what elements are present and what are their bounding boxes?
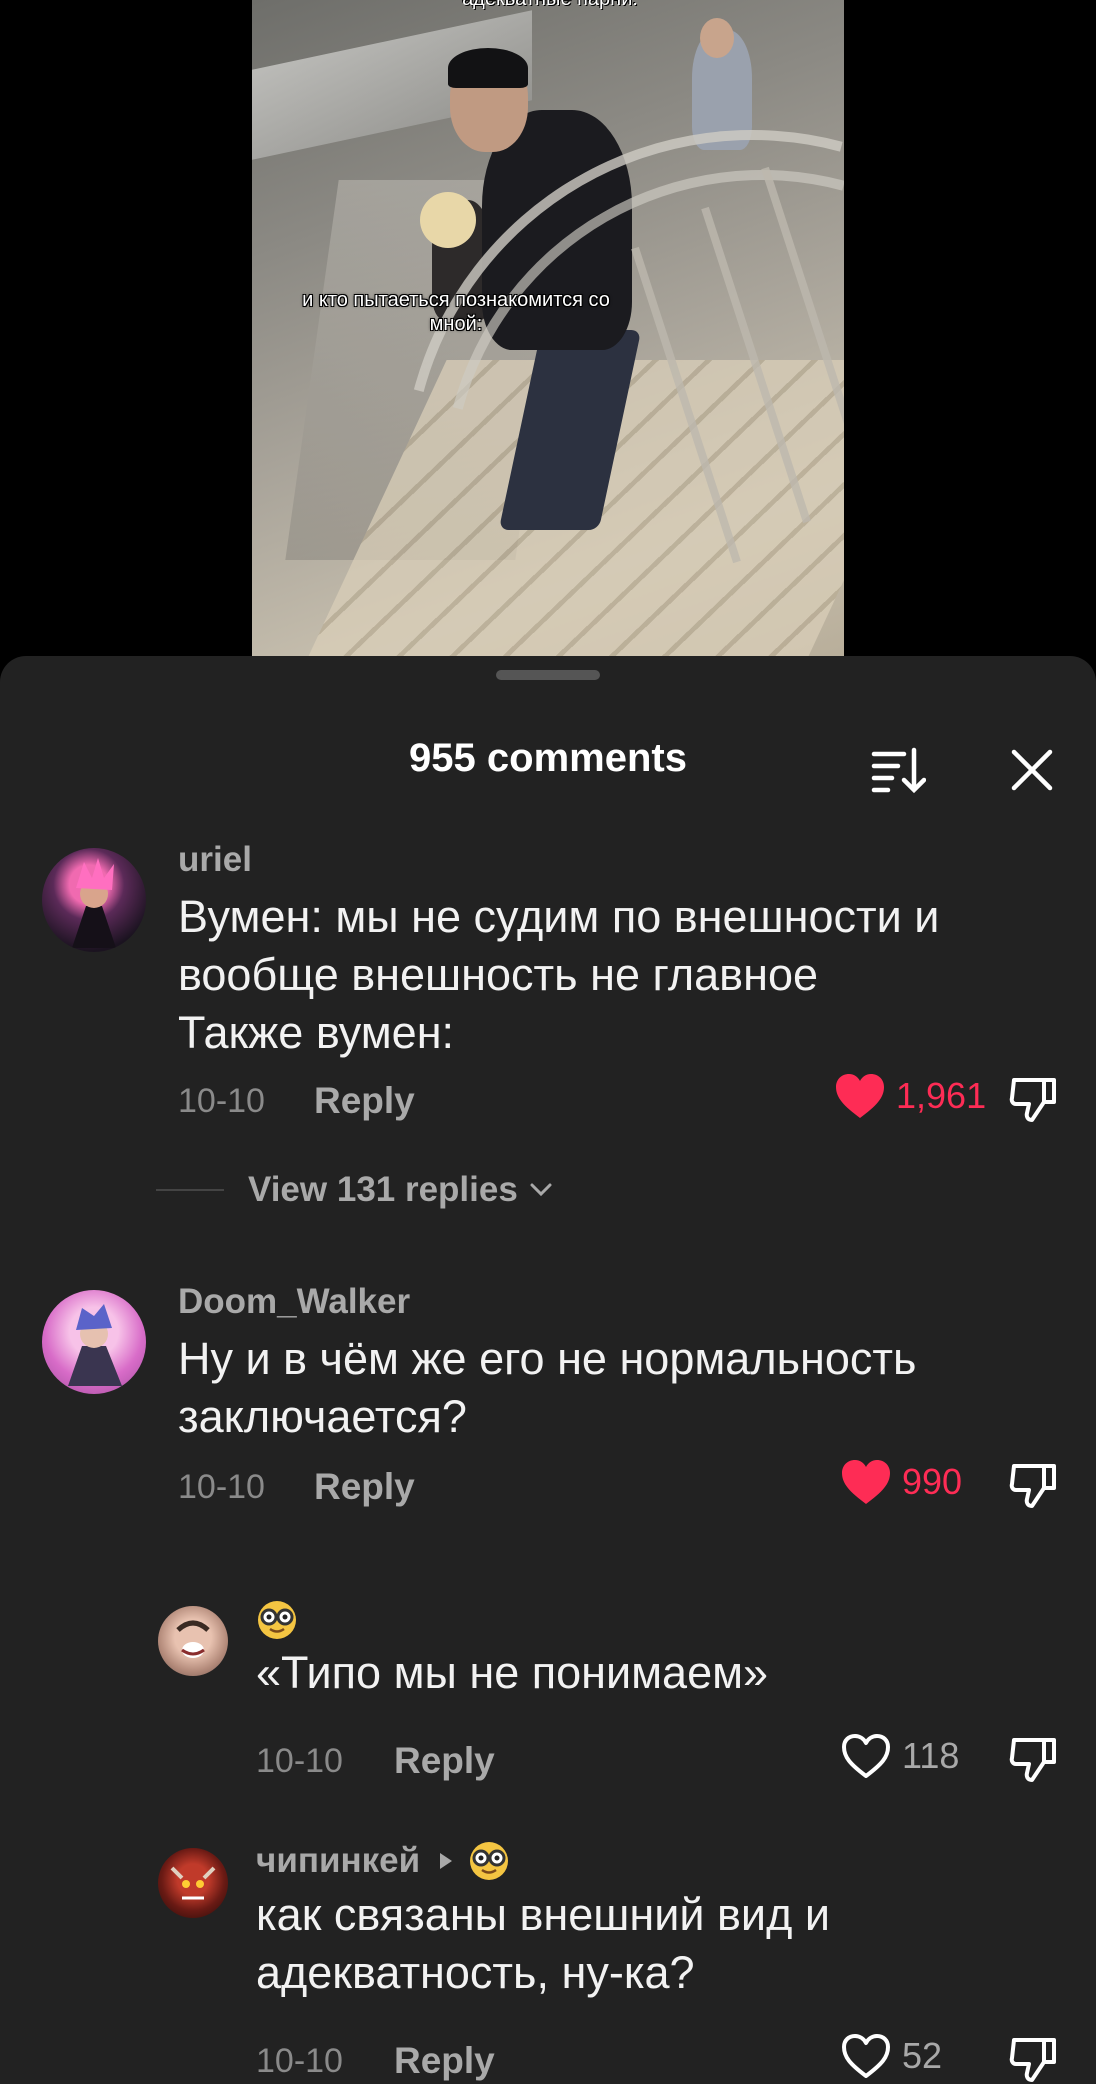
comment-date: 10-10 [178, 1468, 265, 1506]
avatar[interactable] [42, 1290, 146, 1394]
like-count: 52 [902, 2035, 943, 2076]
sort-button[interactable] [870, 744, 927, 796]
comments-count-title: 955 comments [409, 736, 687, 780]
dislike-button[interactable] [1008, 1732, 1060, 1784]
reply-text-line: адекватность, ну-ка? [256, 1947, 695, 1998]
comment-text: Вумен: мы не судим по внешности и вообще… [178, 888, 1078, 1062]
dislike-button[interactable] [1008, 2032, 1060, 2084]
reply-arrow-icon [440, 1853, 453, 1869]
comment-text-line: заключается? [178, 1391, 467, 1442]
dislike-button[interactable] [1008, 1072, 1060, 1124]
dislike-button[interactable] [1008, 1458, 1060, 1510]
like-button[interactable]: 52 [840, 2032, 942, 2080]
like-count: 118 [902, 1735, 960, 1776]
comment-item: uriel Вумен: мы не судим по внешности и … [0, 836, 1096, 1209]
heart-filled-icon [842, 1460, 890, 1504]
reply-username[interactable]: чипинкей [256, 1841, 420, 1881]
like-button[interactable]: 118 [840, 1732, 959, 1780]
video-player[interactable]: адекватные парни: и кто пытаеться познак… [0, 0, 1096, 660]
comment-text: Ну и в чём же его не нормальность заключ… [178, 1330, 1078, 1446]
reply-button[interactable]: Reply [394, 2040, 495, 2082]
like-count: 1,961 [896, 1075, 987, 1116]
reply-date: 10-10 [256, 1742, 343, 1780]
heart-outline-icon [842, 2034, 890, 2078]
video-scene-man-hair [448, 48, 528, 88]
avatar-art [68, 1304, 122, 1386]
reply-button[interactable]: Reply [314, 1080, 415, 1122]
reply-username[interactable] [256, 1598, 298, 1641]
reply-item: чипинкей как связаны внешний вид и адекв… [0, 1832, 1096, 2084]
reply-text: «Типо мы не понимаем» [256, 1647, 769, 1698]
avatar-art [176, 1620, 210, 1658]
reply-text: как связаны внешний вид и адекватность, … [256, 1886, 1076, 2002]
comment-username[interactable]: uriel [178, 840, 252, 880]
sheet-drag-handle[interactable] [496, 670, 600, 680]
like-count: 990 [902, 1461, 963, 1502]
comment-text-line: Ну и в чём же его не нормальность [178, 1333, 917, 1384]
avatar-art [72, 858, 116, 948]
reply-username-row: чипинкей [256, 1840, 510, 1882]
close-button[interactable] [1006, 744, 1058, 796]
video-scene-passerby-head [700, 18, 734, 58]
nerd-glasses-emoji-icon [258, 1600, 296, 1639]
avatar[interactable] [158, 1606, 228, 1676]
dislike-icon [1009, 2038, 1056, 2082]
dislike-icon [1009, 1078, 1056, 1122]
reply-item: «Типо мы не понимаем» 10-10 Reply 118 [0, 1590, 1096, 1790]
comment-text-line: Вумен: мы не судим по внешности и [178, 891, 940, 942]
reply-button[interactable]: Reply [314, 1466, 415, 1508]
reply-date: 10-10 [256, 2042, 343, 2080]
close-icon [1011, 749, 1053, 791]
comment-item: Doom_Walker Ну и в чём же его не нормаль… [0, 1278, 1096, 1528]
video-caption: и кто пытаеться познакомится со мной: [302, 289, 610, 335]
avatar-art [170, 1866, 216, 1900]
comment-username[interactable]: Doom_Walker [178, 1282, 410, 1322]
like-button[interactable]: 990 [840, 1458, 962, 1506]
avatar[interactable] [158, 1848, 228, 1918]
comments-sheet: 955 comments uriel Вумен: мы не судим по… [0, 656, 1096, 2084]
reply-text-line: как связаны внешний вид и [256, 1889, 830, 1940]
sort-icon [871, 747, 927, 794]
view-replies-label: View 131 replies [248, 1170, 518, 1209]
comment-text-line: Также вумен: [178, 1007, 455, 1058]
avatar[interactable] [42, 848, 146, 952]
dislike-icon [1009, 1738, 1056, 1782]
comment-date: 10-10 [178, 1082, 265, 1120]
nerd-glasses-emoji-icon [470, 1842, 509, 1880]
dislike-icon [1009, 1464, 1056, 1508]
chevron-down-icon [530, 1183, 552, 1197]
view-replies-button[interactable]: View 131 replies [156, 1170, 556, 1210]
heart-filled-icon [836, 1074, 884, 1118]
view-replies-line [156, 1189, 224, 1191]
video-scene-woman-hair [420, 192, 476, 248]
comment-text-line: вообще внешность не главное [178, 949, 818, 1000]
heart-outline-icon [842, 1734, 890, 1778]
like-button[interactable]: 1,961 [834, 1072, 986, 1120]
reply-button[interactable]: Reply [394, 1740, 495, 1782]
video-top-caption: адекватные парни: [340, 0, 760, 11]
